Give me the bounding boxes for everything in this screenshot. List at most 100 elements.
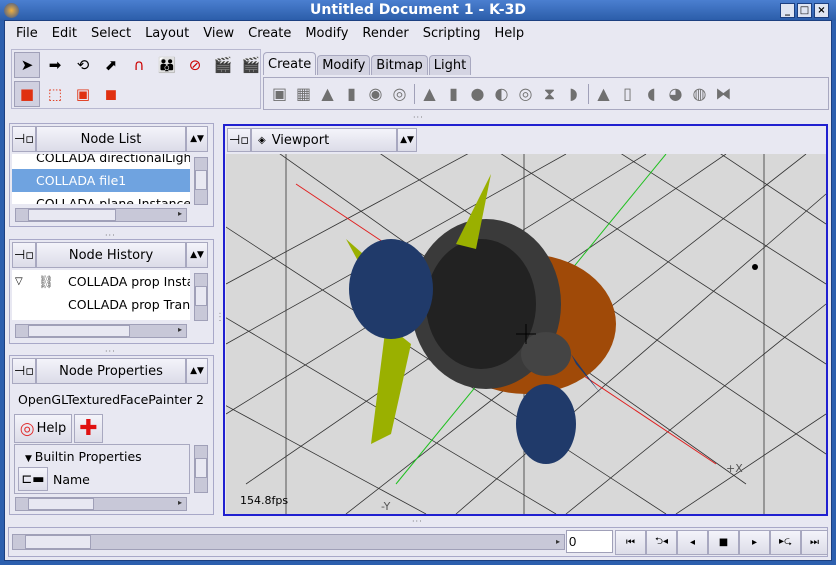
pane-grip[interactable]: ··· — [413, 113, 424, 122]
menu-scripting[interactable]: Scripting — [416, 23, 488, 45]
horizontal-scrollbar[interactable]: ▸ — [15, 497, 187, 511]
go-to-start-button[interactable]: ⏮ — [615, 530, 646, 555]
disk-icon[interactable]: ● — [468, 84, 487, 103]
section-header[interactable]: ▼ Builtin Properties — [15, 445, 189, 464]
move-tool-icon[interactable]: ➡ — [42, 52, 68, 78]
cone-icon[interactable]: ▲ — [420, 84, 439, 103]
nurbs-sphere-icon[interactable]: ◕ — [666, 84, 685, 103]
nurbs-cylinder-icon[interactable]: ▯ — [618, 84, 637, 103]
menu-view[interactable]: View — [196, 23, 241, 45]
vertical-scrollbar[interactable] — [194, 445, 208, 493]
select-tool-icon[interactable]: ➤ — [14, 52, 40, 78]
list-item[interactable]: COLLADA plane Instance — [12, 192, 190, 204]
stop-button[interactable]: ■ — [708, 530, 739, 555]
node-icon: ⛓ — [38, 274, 54, 289]
panel-switch-button[interactable]: ▲▼ — [397, 128, 417, 152]
horizontal-scrollbar[interactable]: ▸ — [15, 208, 187, 222]
torus-icon[interactable]: ◎ — [516, 84, 535, 103]
menu-render[interactable]: Render — [355, 23, 415, 45]
panel-selector[interactable]: Node List — [36, 126, 186, 152]
menu-layout[interactable]: Layout — [138, 23, 196, 45]
pin-button[interactable]: ⊣▫ — [12, 242, 36, 268]
rotate-tool-icon[interactable]: ⟲ — [70, 52, 96, 78]
menu-help[interactable]: Help — [488, 23, 532, 45]
menu-modify[interactable]: Modify — [298, 23, 355, 45]
panel-switch-button[interactable]: ▲▼ — [186, 242, 208, 268]
poly-cylinder-icon[interactable]: ▮ — [342, 84, 361, 103]
pin-button[interactable]: ⊣▫ — [227, 128, 251, 152]
tree-item[interactable]: COLLADA prop Trans — [12, 293, 190, 316]
vertical-scrollbar[interactable] — [194, 157, 208, 205]
face-mode-icon[interactable]: ◼ — [98, 81, 124, 107]
panel-selector[interactable]: Node Properties — [36, 358, 186, 384]
toolbar-separator — [414, 83, 415, 104]
frame-input[interactable] — [566, 530, 613, 553]
snap-tool-icon[interactable]: ∩ — [126, 52, 152, 78]
section-label: Builtin Properties — [34, 449, 142, 464]
reverse-icon: ◂ — [689, 537, 696, 548]
menu-edit[interactable]: Edit — [45, 23, 84, 45]
app-icon[interactable] — [4, 3, 19, 18]
time-scrollbar[interactable]: ▸ — [12, 534, 565, 550]
render-animation-icon[interactable]: 🎬 — [238, 52, 264, 78]
point-mode-icon[interactable]: ⬚ — [42, 81, 68, 107]
pane-grip[interactable]: ··· — [412, 517, 423, 526]
pin-button[interactable]: ⊣▫ — [12, 358, 36, 384]
nurbs-cone-icon[interactable]: ▲ — [594, 84, 613, 103]
close-button[interactable]: × — [814, 3, 829, 18]
pin-icon: ⊣▫ — [228, 132, 250, 148]
play-button[interactable]: ▸ — [739, 530, 770, 555]
pin-icon: ⊣▫ — [13, 131, 35, 147]
nurbs-hyperboloid-icon[interactable]: ⧓ — [714, 84, 733, 103]
sphere-icon[interactable]: ◐ — [492, 84, 511, 103]
connector-button[interactable]: ⊏▬ — [18, 467, 48, 491]
cylinder-icon[interactable]: ▮ — [444, 84, 463, 103]
play-reverse-loop-button[interactable]: ⮌◂ — [646, 530, 677, 555]
3d-viewport[interactable]: +X -Y 154.8fps — [226, 154, 826, 514]
poly-cube-icon[interactable]: ▣ — [270, 84, 289, 103]
play-loop-button[interactable]: ▸⮎ — [770, 530, 801, 555]
tab-create[interactable]: Create — [263, 52, 317, 75]
panel-selector[interactable]: Node History — [36, 242, 186, 268]
paraboloid-icon[interactable]: ◗ — [564, 84, 583, 103]
add-button[interactable]: ✚ — [74, 414, 103, 443]
updown-icon: ▲▼ — [400, 135, 414, 145]
parent-tool-icon[interactable]: 👪 — [154, 52, 180, 78]
poly-cone-icon[interactable]: ▲ — [318, 84, 337, 103]
minimize-button[interactable]: _ — [780, 3, 795, 18]
list-item-selected[interactable]: COLLADA file1 — [12, 169, 190, 192]
edge-mode-icon[interactable]: ▣ — [70, 81, 96, 107]
expander-icon[interactable]: ▽ — [15, 270, 23, 293]
nurbs-disk-icon[interactable]: ◖ — [642, 84, 661, 103]
tree-item[interactable]: ▽ ⛓ COLLADA prop Insta — [12, 270, 190, 293]
maximize-button[interactable]: □ — [797, 3, 812, 18]
help-button[interactable]: ◎ Help — [14, 414, 72, 443]
scale-tool-icon[interactable]: ⬈ — [98, 52, 124, 78]
menu-file[interactable]: File — [9, 23, 45, 45]
panel-switch-button[interactable]: ▲▼ — [186, 358, 208, 384]
poly-sphere-icon[interactable]: ◉ — [366, 84, 385, 103]
pin-button[interactable]: ⊣▫ — [12, 126, 36, 152]
nurbs-torus-icon[interactable]: ◍ — [690, 84, 709, 103]
plus-icon: ✚ — [79, 416, 98, 441]
vertical-scrollbar[interactable] — [194, 273, 208, 321]
tab-light[interactable]: Light — [428, 55, 472, 75]
panel-switch-button[interactable]: ▲▼ — [186, 126, 208, 152]
list-item[interactable]: COLLADA directionalLight — [12, 154, 190, 169]
play-reverse-button[interactable]: ◂ — [677, 530, 708, 555]
hyperboloid-icon[interactable]: ⧗ — [540, 84, 559, 103]
poly-grid-icon[interactable]: ▦ — [294, 84, 313, 103]
tab-modify[interactable]: Modify — [317, 55, 371, 75]
updown-icon: ▲▼ — [190, 250, 204, 260]
tab-bitmap[interactable]: Bitmap — [371, 55, 428, 75]
menu-create[interactable]: Create — [241, 23, 298, 45]
horizontal-scrollbar[interactable]: ▸ — [15, 324, 187, 338]
go-to-end-button[interactable]: ⏭ — [801, 530, 828, 555]
panel-selector[interactable]: ◈ Viewport — [251, 128, 397, 152]
unparent-tool-icon[interactable]: ⊘ — [182, 52, 208, 78]
render-frame-icon[interactable]: 🎬 — [210, 52, 236, 78]
menu-select[interactable]: Select — [84, 23, 138, 45]
poly-torus-icon[interactable]: ◎ — [390, 84, 409, 103]
panel-title: Node List — [80, 131, 142, 147]
node-mode-icon[interactable]: ■ — [14, 81, 40, 107]
